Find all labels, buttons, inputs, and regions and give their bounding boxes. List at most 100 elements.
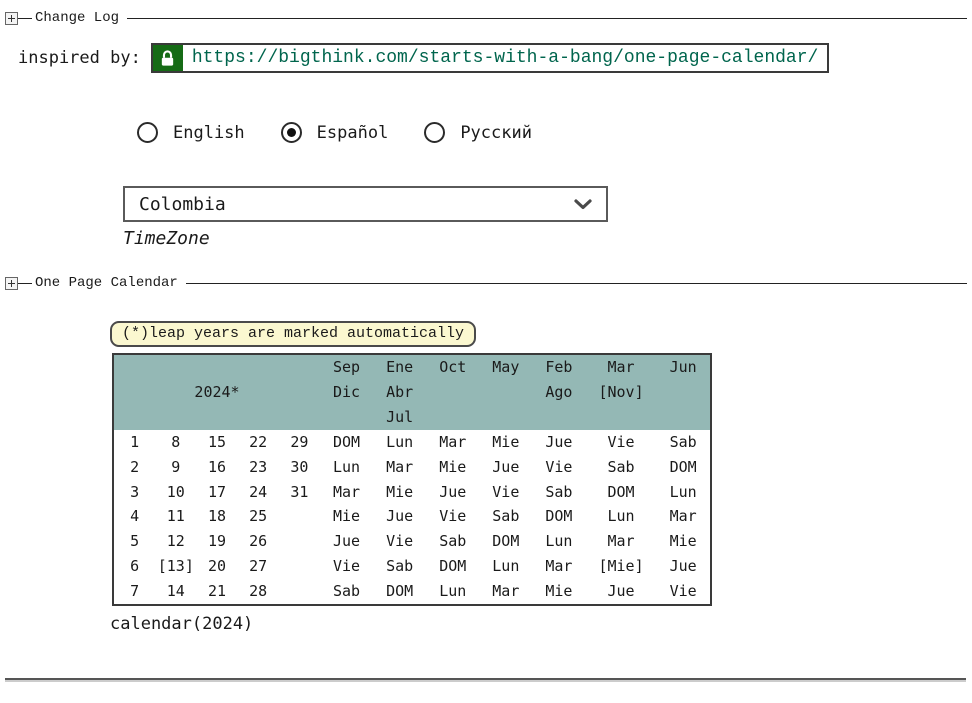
calendar-cell: 1	[113, 430, 155, 455]
calendar-cell: Lun	[479, 554, 532, 579]
calendar-cell: DOM	[373, 579, 426, 605]
calendar-cell: 4	[113, 504, 155, 529]
calendar-month-cell: Feb Ago	[532, 354, 585, 430]
calendar-month-cell: May	[479, 354, 532, 430]
one-page-calendar-table: 2024* Sep DicEne Abr JulOctMayFeb AgoMar…	[112, 353, 712, 606]
url-field[interactable]: https://bigthink.com/starts-with-a-bang/…	[151, 43, 830, 73]
timezone-control: Colombia TimeZone	[123, 186, 608, 249]
calendar-cell: Vie	[373, 529, 426, 554]
calendar-cell: DOM	[657, 455, 711, 480]
calendar-cell: 19	[196, 529, 237, 554]
calendar-cell: 20	[196, 554, 237, 579]
calendar-cell: Lun	[426, 579, 479, 605]
calendar-cell: Mar	[373, 455, 426, 480]
calendar-row: 7142128SabDOMLunMarMieJueVie	[113, 579, 711, 605]
calendar-month-cell: Sep Dic	[320, 354, 373, 430]
calendar-cell: 22	[238, 430, 279, 455]
calendar-cell	[279, 504, 320, 529]
connector-line	[18, 18, 32, 19]
connector-line	[18, 283, 32, 284]
section-title-one-page-calendar: One Page Calendar	[32, 275, 186, 291]
calendar-cell: Sab	[532, 480, 585, 505]
expand-plus-icon[interactable]	[5, 277, 18, 290]
section-header-change-log: Change Log	[5, 10, 967, 26]
calendar-cell: 29	[279, 430, 320, 455]
url-text[interactable]: https://bigthink.com/starts-with-a-bang/…	[183, 45, 828, 71]
calendar-cell: 16	[196, 455, 237, 480]
radio-button-icon[interactable]	[137, 122, 158, 143]
calendar-cell: Sab	[320, 579, 373, 605]
calendar-cell: 31	[279, 480, 320, 505]
leap-year-note: (*)leap years are marked automatically	[110, 321, 476, 347]
calendar-header: 2024* Sep DicEne Abr JulOctMayFeb AgoMar…	[113, 354, 711, 430]
calendar-cell: 2	[113, 455, 155, 480]
divider-line	[127, 18, 967, 19]
calendar-row: 6[13]2027VieSabDOMLunMar[Mie]Jue	[113, 554, 711, 579]
horizontal-divider	[5, 678, 966, 680]
calendar-cell: Mar	[585, 529, 656, 554]
calendar-cell: 10	[155, 480, 196, 505]
calendar-cell: Mar	[426, 430, 479, 455]
calendar-cell: 11	[155, 504, 196, 529]
calendar-cell: Mie	[320, 504, 373, 529]
calendar-cell: Jue	[657, 554, 711, 579]
calendar-cell: 26	[238, 529, 279, 554]
calendar-row: 29162330LunMarMieJueVieSabDOM	[113, 455, 711, 480]
timezone-selected-value: Colombia	[139, 194, 226, 215]
section-title-change-log: Change Log	[32, 10, 127, 26]
calendar-year-label: 2024*	[113, 354, 320, 430]
calendar-cell: 30	[279, 455, 320, 480]
lock-icon	[153, 45, 183, 71]
calendar-cell: Vie	[426, 504, 479, 529]
timezone-caption: TimeZone	[123, 228, 608, 249]
calendar-cell: 14	[155, 579, 196, 605]
section-header-one-page-calendar: One Page Calendar	[5, 275, 967, 291]
calendar-cell: 9	[155, 455, 196, 480]
calendar-cell: Mie	[532, 579, 585, 605]
calendar-cell: Lun	[657, 480, 711, 505]
calendar-cell: 5	[113, 529, 155, 554]
calendar-cell: Lun	[373, 430, 426, 455]
calendar-cell	[279, 529, 320, 554]
calendar-cell: 7	[113, 579, 155, 605]
language-radio-option[interactable]: English	[137, 122, 245, 143]
calendar-cell: DOM	[585, 480, 656, 505]
inspired-by-label: inspired by:	[18, 48, 141, 68]
calendar-row: 4111825MieJueVieSabDOMLunMar	[113, 504, 711, 529]
calendar-cell: Sab	[657, 430, 711, 455]
calendar-cell: Vie	[585, 430, 656, 455]
calendar-cell: 23	[238, 455, 279, 480]
calendar-cell: Jue	[320, 529, 373, 554]
calendar-cell: 25	[238, 504, 279, 529]
calendar-month-cell: Mar [Nov]	[585, 354, 656, 430]
divider-line	[186, 283, 967, 284]
expand-plus-icon[interactable]	[5, 12, 18, 25]
timezone-select[interactable]: Colombia	[123, 186, 608, 222]
calendar-cell: Jue	[585, 579, 656, 605]
calendar-cell: 3	[113, 480, 155, 505]
calendar-cell: 18	[196, 504, 237, 529]
calendar-cell: Vie	[657, 579, 711, 605]
calendar-body: 18152229DOMLunMarMieJueVieSab29162330Lun…	[113, 430, 711, 605]
calendar-cell: Mie	[426, 455, 479, 480]
calendar-cell: 24	[238, 480, 279, 505]
chevron-down-icon[interactable]	[574, 199, 592, 210]
calendar-cell: 15	[196, 430, 237, 455]
calendar-row: 5121926JueVieSabDOMLunMarMie	[113, 529, 711, 554]
radio-button-icon[interactable]	[424, 122, 445, 143]
language-radio-group: English Español Русский	[137, 122, 972, 143]
calendar-cell: [13]	[155, 554, 196, 579]
calendar-cell: Lun	[532, 529, 585, 554]
language-radio-option[interactable]: Русский	[424, 122, 532, 143]
calendar-cell: Jue	[373, 504, 426, 529]
calendar-cell: Mar	[532, 554, 585, 579]
calendar-row: 18152229DOMLunMarMieJueVieSab	[113, 430, 711, 455]
calendar-cell: Vie	[532, 455, 585, 480]
radio-button-icon[interactable]	[281, 122, 302, 143]
calendar-cell: Jue	[479, 455, 532, 480]
calendar-cell: Sab	[585, 455, 656, 480]
calendar-cell: DOM	[479, 529, 532, 554]
radio-option-label: English	[173, 123, 245, 143]
language-radio-option[interactable]: Español	[281, 122, 389, 143]
calendar-cell: Mar	[657, 504, 711, 529]
